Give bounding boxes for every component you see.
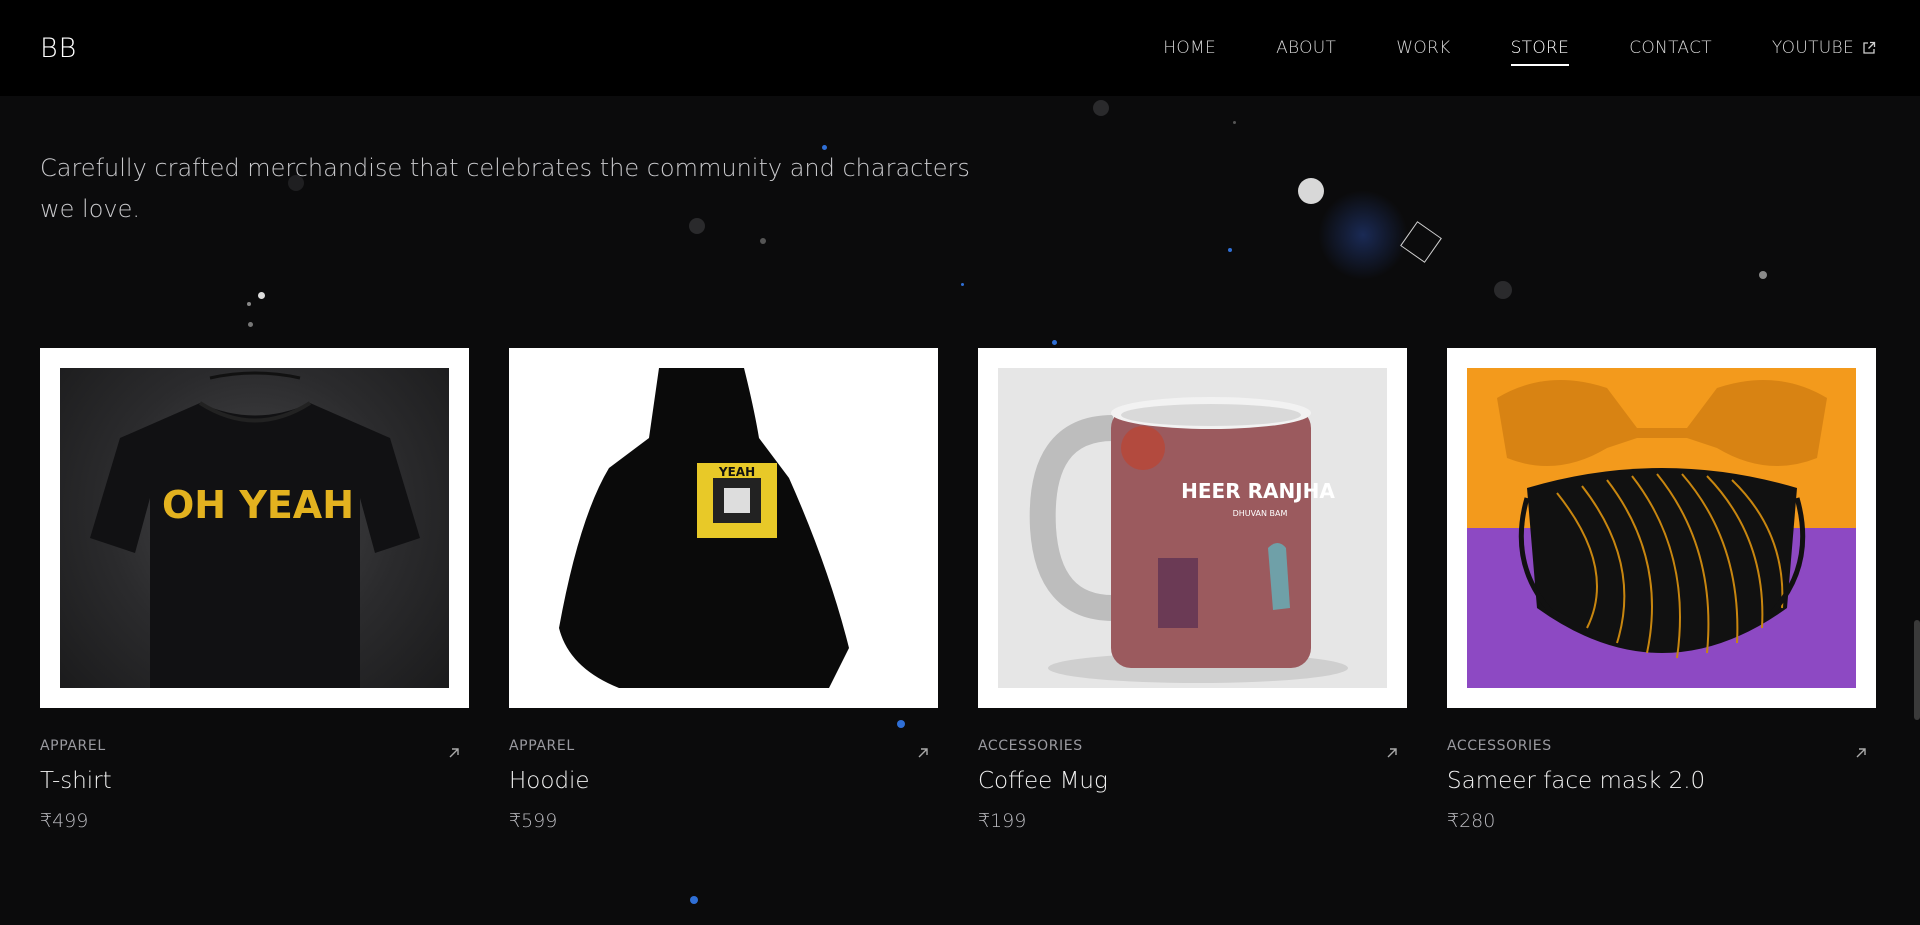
product-name[interactable]: Hoodie (509, 768, 938, 794)
product-image-frame[interactable]: HEER RANJHA DHUVAN BAM (978, 348, 1407, 708)
tshirt-illustration: OH YEAH (90, 371, 420, 688)
nav-home-link[interactable]: HOME (1163, 38, 1216, 58)
product-image-frame[interactable] (1447, 348, 1876, 708)
mask-illustration (1497, 380, 1827, 659)
nav-about-label: ABOUT (1276, 38, 1337, 58)
tshirt-print-text: OH YEAH (162, 483, 354, 527)
arrow-up-right-icon[interactable] (447, 746, 461, 760)
particle (1759, 271, 1767, 279)
product-meta: APPAREL T-shirt ₹499 (40, 738, 469, 832)
product-price: ₹599 (509, 810, 558, 832)
product-card-face-mask[interactable]: ACCESSORIES Sameer face mask 2.0 ₹280 (1447, 348, 1876, 832)
nav-store-label: STORE (1510, 38, 1570, 58)
arrow-up-right-icon[interactable] (1385, 746, 1399, 760)
nav-youtube-link[interactable]: YOUTUBE (1772, 38, 1876, 58)
particle (248, 322, 253, 327)
product-image-frame[interactable]: YEAH (509, 348, 938, 708)
page-scrollbar[interactable] (1914, 620, 1920, 720)
product-card-tshirt[interactable]: OH YEAH APPAREL T-shirt ₹499 (40, 348, 469, 832)
store-intro-text: Carefully crafted merchandise that celeb… (40, 154, 970, 223)
mug-illustration: HEER RANJHA DHUVAN BAM (1029, 397, 1348, 683)
particle (1052, 340, 1057, 345)
particle (1093, 100, 1109, 116)
top-navbar: BB HOME ABOUT WORK STORE CONTACT YOUTUBE (0, 0, 1920, 96)
particle (1494, 281, 1512, 299)
particle (961, 283, 964, 286)
particle (1298, 178, 1324, 204)
product-price: ₹499 (40, 810, 89, 832)
mask-image (1467, 368, 1856, 688)
product-grid: OH YEAH APPAREL T-shirt ₹499 YEAH APPARE… (40, 348, 1877, 832)
product-category: ACCESSORIES (1447, 738, 1552, 754)
hoodie-illustration: YEAH (559, 368, 849, 688)
nav-work-label: WORK (1396, 38, 1451, 58)
arrow-up-right-icon[interactable] (1854, 746, 1868, 760)
particle (690, 896, 698, 904)
product-name[interactable]: T-shirt (40, 768, 469, 794)
product-price: ₹199 (978, 810, 1027, 832)
arrow-up-right-icon[interactable] (916, 746, 930, 760)
particle (1228, 248, 1232, 252)
particle (1233, 121, 1236, 124)
nav-contact-label: CONTACT (1629, 38, 1712, 58)
nav-youtube-label: YOUTUBE (1771, 38, 1854, 58)
external-link-icon (1863, 41, 1876, 54)
nav-home-label: HOME (1163, 38, 1217, 58)
product-card-hoodie[interactable]: YEAH APPAREL Hoodie ₹599 (509, 348, 938, 832)
nav-about-link[interactable]: ABOUT (1276, 38, 1336, 58)
product-meta: APPAREL Hoodie ₹599 (509, 738, 938, 832)
mug-print-text: HEER RANJHA (1181, 479, 1335, 503)
diamond-particle (1400, 221, 1442, 263)
nav-contact-link[interactable]: CONTACT (1629, 38, 1712, 58)
mug-print-subtext: DHUVAN BAM (1233, 509, 1288, 518)
particle (760, 238, 766, 244)
product-image-frame[interactable]: OH YEAH (40, 348, 469, 708)
tshirt-image: OH YEAH (60, 368, 449, 688)
product-category: ACCESSORIES (978, 738, 1083, 754)
mug-image: HEER RANJHA DHUVAN BAM (998, 368, 1387, 688)
site-logo[interactable]: BB (40, 33, 77, 64)
main-menu: HOME ABOUT WORK STORE CONTACT YOUTUBE (1163, 38, 1876, 66)
product-meta: ACCESSORIES Coffee Mug ₹199 (978, 738, 1407, 832)
nav-work-link[interactable]: WORK (1396, 38, 1450, 58)
product-card-coffee-mug[interactable]: HEER RANJHA DHUVAN BAM ACCESSORIES Coffe… (978, 348, 1407, 832)
nav-store-link[interactable]: STORE (1510, 38, 1570, 66)
hoodie-print-text: YEAH (718, 465, 755, 479)
particle (258, 292, 265, 299)
particle (1318, 190, 1408, 280)
store-page: BB HOME ABOUT WORK STORE CONTACT YOUTUBE… (0, 0, 1920, 925)
product-category: APPAREL (40, 738, 106, 754)
particle (247, 302, 251, 306)
hoodie-image: YEAH (529, 368, 918, 688)
product-name[interactable]: Coffee Mug (978, 768, 1407, 794)
product-category: APPAREL (509, 738, 575, 754)
product-meta: ACCESSORIES Sameer face mask 2.0 ₹280 (1447, 738, 1876, 832)
product-name[interactable]: Sameer face mask 2.0 (1447, 768, 1876, 794)
product-price: ₹280 (1447, 810, 1496, 832)
